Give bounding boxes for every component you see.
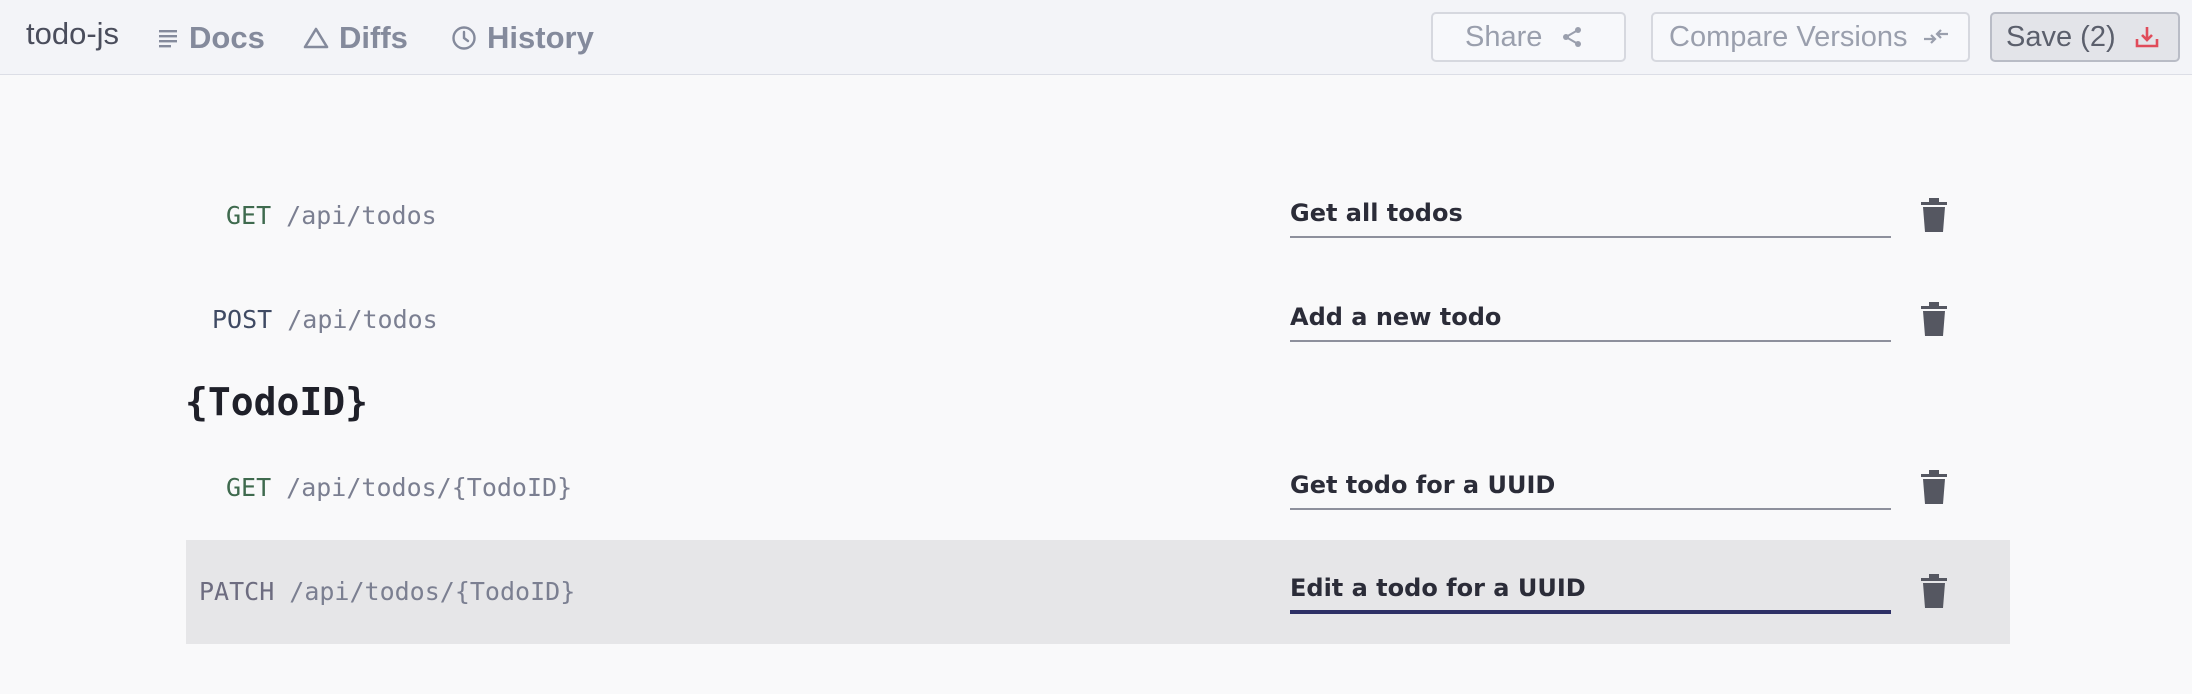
endpoint-description-input[interactable] [1290,294,1891,342]
endpoint-row-get-todo-by-id: GET/api/todos/{TodoID} [186,436,2010,540]
clock-icon [451,25,477,51]
trash-icon[interactable] [1920,470,1948,504]
save-button[interactable]: Save (2) [1990,12,2180,62]
endpoint-path: /api/todos [286,201,437,230]
share-button[interactable]: Share [1431,12,1626,62]
endpoint-path: /api/todos [287,305,438,334]
nav-history-label: History [487,20,594,55]
compare-versions-label: Compare Versions [1669,20,1908,53]
http-method: PATCH [199,577,275,606]
save-button-label: Save (2) [2006,20,2116,53]
endpoint-signature: GET/api/todos [226,196,437,236]
http-method: GET [226,201,272,230]
endpoint-row-get-todos: GET/api/todos [186,164,2010,268]
compare-arrows-icon [1922,26,1950,48]
endpoint-row-post-todos: POST/api/todos [186,268,2010,372]
endpoint-path: /api/todos/{TodoID} [289,577,576,606]
share-icon [1560,25,1584,49]
endpoint-description-input[interactable] [1290,566,1891,614]
endpoint-signature: PATCH/api/todos/{TodoID} [199,572,575,612]
lines-icon [157,27,179,49]
http-method: POST [212,305,273,334]
trash-icon[interactable] [1920,198,1948,232]
nav-diffs-label: Diffs [339,20,408,55]
trash-icon[interactable] [1920,574,1948,608]
share-button-label: Share [1465,20,1543,53]
endpoint-signature: GET/api/todos/{TodoID} [226,468,572,508]
nav-diffs[interactable]: Diffs [303,18,408,58]
endpoint-description-input[interactable] [1290,190,1891,238]
nav-docs-label: Docs [189,20,265,55]
top-bar: todo-js Docs Diffs History Share Compare… [0,0,2192,75]
app-title: todo-js [26,16,120,51]
compare-versions-button[interactable]: Compare Versions [1651,12,1970,62]
group-heading: {TodoID} [185,380,369,424]
endpoint-row-patch-todo: PATCH/api/todos/{TodoID} [186,540,2010,644]
download-icon [2134,24,2160,50]
endpoint-description-input[interactable] [1290,462,1891,510]
http-method: GET [226,473,272,502]
triangle-icon [303,26,329,50]
nav-history[interactable]: History [451,18,594,58]
nav-docs[interactable]: Docs [157,18,265,58]
endpoint-signature: POST/api/todos [212,300,438,340]
endpoint-path: /api/todos/{TodoID} [286,473,573,502]
trash-icon[interactable] [1920,302,1948,336]
